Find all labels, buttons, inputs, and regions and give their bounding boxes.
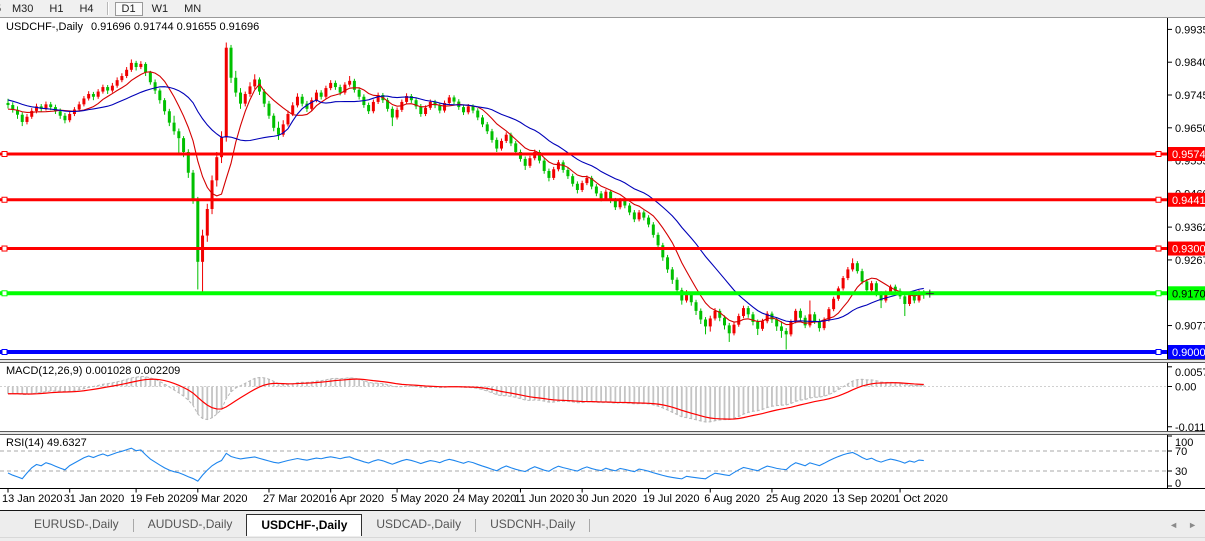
time-axis-label: 31 Jan 2020	[64, 493, 125, 505]
chart-ohlc-readout: 0.91696 0.91744 0.91655 0.91696	[91, 21, 259, 33]
price-axis-tick: 0.92675	[1175, 255, 1205, 267]
line-handle-left[interactable]	[2, 291, 7, 296]
timeframe-button-d1[interactable]: D1	[115, 2, 143, 16]
time-axis-label: 19 Jul 2020	[643, 493, 700, 505]
line-handle-right[interactable]	[1156, 246, 1161, 251]
time-axis-label: 13 Sep 2020	[832, 493, 894, 505]
price-chart-canvas[interactable]: 0.993500.984000.974500.965000.955500.946…	[0, 0, 1205, 541]
chart-title: USDCHF-,Daily 0.91696 0.91744 0.91655 0.9…	[6, 21, 259, 33]
svg-text:0.95742: 0.95742	[1172, 149, 1205, 161]
rsi-label: RSI(14) 49.6327	[6, 437, 87, 449]
price-axis-tick: 0.96500	[1175, 123, 1205, 135]
line-handle-left[interactable]	[2, 246, 7, 251]
svg-text:0.91709: 0.91709	[1172, 288, 1205, 300]
rsi-line	[8, 448, 924, 481]
chart-tab-usdchf[interactable]: USDCHF-,Daily	[246, 514, 362, 536]
tab-scroll-left-icon[interactable]: ◄	[1169, 520, 1178, 530]
timeframe-toolbar: 5 M30 H1 H4 D1 W1 MN	[0, 0, 1205, 18]
price-axis-tick: 0.98400	[1175, 57, 1205, 69]
timeframe-button-h1[interactable]: H1	[42, 2, 70, 16]
svg-text:0.90009: 0.90009	[1172, 347, 1205, 359]
toolbar-separator	[107, 2, 109, 15]
svg-text:0.93005: 0.93005	[1172, 244, 1205, 256]
line-handle-left[interactable]	[2, 152, 7, 157]
rsi-axis-tick: 70	[1175, 446, 1187, 458]
timeframe-button-h4[interactable]: H4	[72, 2, 100, 16]
candles-layer	[7, 43, 926, 350]
price-axis-tick: 0.99350	[1175, 24, 1205, 36]
rsi-name: RSI(14)	[6, 437, 44, 449]
tab-scroll-right-icon[interactable]: ►	[1188, 520, 1197, 530]
price-badge-0.94417: 0.94417	[1168, 193, 1205, 207]
macd-axis-tick: 0.005744	[1175, 367, 1205, 379]
time-axis-label: 1 Oct 2020	[894, 493, 948, 505]
horizontal-line-0.90009[interactable]	[0, 350, 1167, 355]
time-axis-label: 30 Jun 2020	[576, 493, 637, 505]
mt4-chart-window: 5 M30 H1 H4 D1 W1 MN 0.99350 0.98400 0.974…	[0, 0, 1205, 541]
bottom-divider	[0, 537, 1205, 538]
price-axis-tick: 0.93625	[1175, 222, 1205, 234]
price-axis-tick: 0.90775	[1175, 321, 1205, 333]
time-axis-label: 5 May 2020	[391, 493, 448, 505]
price-badge-0.93005: 0.93005	[1168, 242, 1205, 256]
price-axis-tick: 0.97450	[1175, 90, 1205, 102]
macd-name: MACD(12,26,9)	[6, 365, 82, 377]
macd-axis-tick: 0.00	[1175, 382, 1196, 394]
chart-tab-eurusd[interactable]: EURUSD-,Daily	[20, 514, 133, 535]
tab-separator	[589, 519, 590, 532]
rsi-value: 49.6327	[47, 437, 87, 449]
price-badge-0.91709: 0.91709	[1168, 286, 1205, 300]
time-axis-label: 16 Apr 2020	[325, 493, 384, 505]
line-handle-right[interactable]	[1156, 197, 1161, 202]
chart-tab-usdcnh[interactable]: USDCNH-,Daily	[476, 514, 589, 535]
line-handle-right[interactable]	[1156, 291, 1161, 296]
time-axis-label: 6 Aug 2020	[704, 493, 760, 505]
tab-scroll-arrows[interactable]: ◄►	[1159, 520, 1197, 530]
time-axis-label: 13 Jan 2020	[2, 493, 63, 505]
chart-tab-audusd[interactable]: AUDUSD-,Daily	[134, 514, 247, 535]
svg-text:0.94417: 0.94417	[1172, 195, 1205, 207]
ma-slow-line	[8, 87, 924, 322]
time-axis-label: 24 May 2020	[453, 493, 517, 505]
time-axis-label: 25 Aug 2020	[766, 493, 828, 505]
macd-layer	[0, 376, 1167, 422]
macd-values: 0.001028 0.002209	[85, 365, 180, 377]
horizontal-line-0.91709[interactable]	[0, 291, 1167, 296]
chart-symbol-period: USDCHF-,Daily	[6, 21, 83, 33]
timeframe-button-partial[interactable]: 5	[0, 2, 3, 16]
rsi-layer	[0, 448, 1167, 481]
horizontal-line-0.95742[interactable]	[0, 152, 1167, 157]
ma-fast-line	[8, 72, 924, 325]
line-handle-left[interactable]	[2, 350, 7, 355]
chart-tab-usdcad[interactable]: USDCAD-,Daily	[362, 514, 475, 535]
time-axis-label: 19 Feb 2020	[130, 493, 192, 505]
timeframe-button-w1[interactable]: W1	[145, 2, 176, 16]
time-axis-label: 9 Mar 2020	[192, 493, 248, 505]
horizontal-line-0.93005[interactable]	[0, 246, 1167, 251]
macd-label: MACD(12,26,9) 0.001028 0.002209	[6, 365, 180, 377]
timeframe-button-m30[interactable]: M30	[5, 2, 40, 16]
time-axis-label: 11 Jun 2020	[514, 493, 574, 505]
price-badge-0.95742: 0.95742	[1168, 147, 1205, 161]
timeframe-button-mn[interactable]: MN	[177, 2, 208, 16]
time-axis-label: 27 Mar 2020	[263, 493, 325, 505]
horizontal-line-0.94417[interactable]	[0, 197, 1167, 202]
line-handle-left[interactable]	[2, 197, 7, 202]
line-handle-right[interactable]	[1156, 350, 1161, 355]
rsi-axis-tick: 30	[1175, 466, 1187, 478]
current-bar-marker	[926, 290, 934, 298]
line-handle-right[interactable]	[1156, 152, 1161, 157]
price-badge-0.90009: 0.90009	[1168, 345, 1205, 359]
